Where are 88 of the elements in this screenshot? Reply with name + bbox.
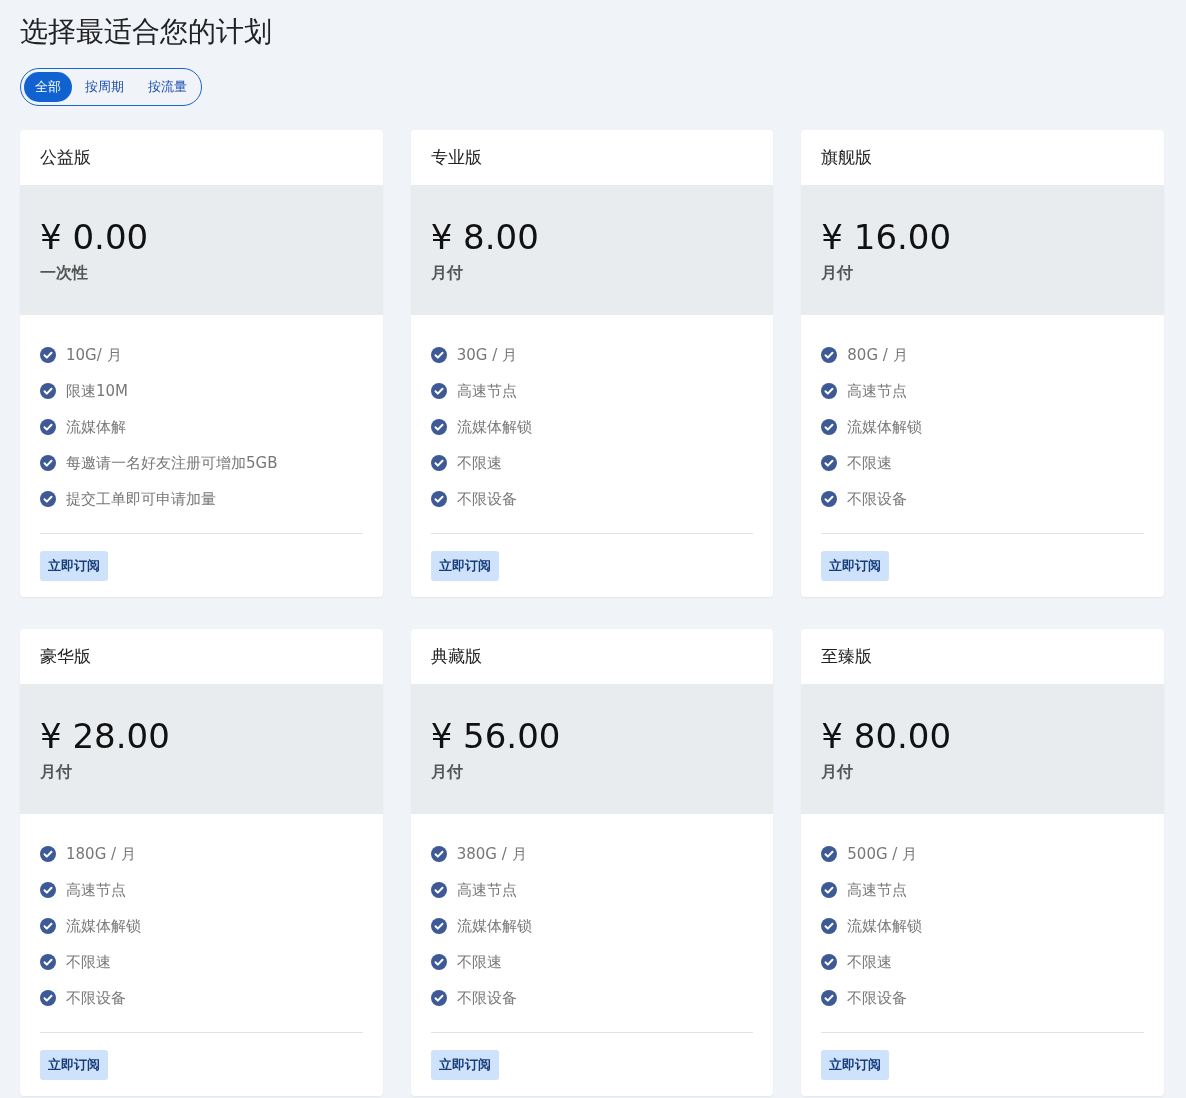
- check-circle-icon: [430, 419, 447, 435]
- filter-tab[interactable]: 全部: [24, 72, 72, 102]
- billing-period: 月付: [430, 761, 464, 783]
- check-circle-icon: [430, 347, 447, 363]
- check-circle-icon: [430, 491, 447, 507]
- feature-text: 80G / 月: [847, 345, 908, 365]
- feature-text: 不限速: [847, 952, 893, 972]
- feature-text: 不限设备: [66, 988, 126, 1008]
- feature-text: 10G/ 月: [66, 345, 122, 365]
- plan-name: 至臻版: [821, 645, 873, 668]
- check-circle-icon: [821, 954, 838, 970]
- subscribe-button[interactable]: 立即订阅: [430, 1050, 499, 1080]
- feature-text: 高速节点: [847, 880, 908, 900]
- check-circle-icon: [40, 990, 56, 1006]
- feature-text: 流媒体解锁: [456, 417, 532, 437]
- plan-price: ¥ 56.00: [430, 715, 562, 756]
- check-circle-icon: [821, 491, 838, 507]
- subscribe-button[interactable]: 立即订阅: [430, 551, 499, 581]
- feature-text: 180G / 月: [66, 844, 136, 864]
- check-circle-icon: [821, 347, 838, 363]
- feature-text: 不限速: [847, 453, 893, 473]
- check-circle-icon: [430, 882, 447, 898]
- check-circle-icon: [40, 954, 56, 970]
- feature-text: 流媒体解锁: [847, 916, 923, 936]
- check-circle-icon: [821, 882, 838, 898]
- feature-text: 流媒体解锁: [847, 417, 923, 437]
- feature-text: 30G / 月: [456, 345, 517, 365]
- filter-tab[interactable]: 按周期: [74, 72, 135, 102]
- subscribe-button[interactable]: 立即订阅: [821, 1050, 890, 1080]
- plan-name: 典藏版: [430, 645, 482, 668]
- feature-text: 高速节点: [456, 880, 517, 900]
- feature-text: 不限速: [456, 453, 502, 473]
- feature-text: 限速10M: [66, 381, 129, 401]
- feature-text: 不限速: [66, 952, 111, 972]
- billing-period: 月付: [821, 262, 855, 284]
- feature-text: 流媒体解锁: [456, 916, 532, 936]
- feature-text: 高速节点: [66, 880, 126, 900]
- check-circle-icon: [430, 918, 447, 934]
- feature-text: 流媒体解: [66, 417, 126, 437]
- plan-name: 公益版: [40, 146, 91, 169]
- plan-price: ¥ 16.00: [821, 216, 953, 257]
- billing-period: 一次性: [40, 262, 89, 284]
- check-circle-icon: [40, 491, 56, 507]
- feature-text: 不限设备: [456, 489, 517, 509]
- check-circle-icon: [430, 846, 447, 862]
- feature-text: 500G / 月: [847, 844, 918, 864]
- check-circle-icon: [40, 383, 56, 399]
- feature-text: 提交工单即可申请加量: [66, 489, 216, 509]
- page-title: 选择最适合您的计划: [20, 14, 273, 50]
- plan-price: ¥ 8.00: [430, 216, 540, 257]
- feature-text: 高速节点: [847, 381, 908, 401]
- check-circle-icon: [821, 419, 838, 435]
- check-circle-icon: [821, 383, 838, 399]
- feature-text: 每邀请一名好友注册可增加5GB: [66, 453, 278, 473]
- feature-text: 流媒体解锁: [66, 916, 141, 936]
- check-circle-icon: [821, 990, 838, 1006]
- subscribe-button[interactable]: 立即订阅: [40, 1050, 108, 1080]
- check-circle-icon: [40, 846, 56, 862]
- feature-text: 不限设备: [456, 988, 517, 1008]
- check-circle-icon: [430, 954, 447, 970]
- check-circle-icon: [821, 455, 838, 471]
- feature-text: 380G / 月: [456, 844, 527, 864]
- check-circle-icon: [40, 918, 56, 934]
- check-circle-icon: [821, 918, 838, 934]
- billing-period: 月付: [40, 761, 73, 783]
- plan-price: ¥ 28.00: [40, 715, 171, 756]
- plan-price: ¥ 0.00: [40, 216, 150, 257]
- check-circle-icon: [430, 455, 447, 471]
- check-circle-icon: [40, 419, 56, 435]
- check-circle-icon: [40, 347, 56, 363]
- subscribe-button[interactable]: 立即订阅: [40, 551, 108, 581]
- subscribe-button[interactable]: 立即订阅: [821, 551, 890, 581]
- check-circle-icon: [430, 383, 447, 399]
- check-circle-icon: [40, 455, 56, 471]
- filter-tab[interactable]: 按流量: [137, 72, 198, 102]
- plan-name: 旗舰版: [821, 146, 873, 169]
- check-circle-icon: [40, 882, 56, 898]
- check-circle-icon: [430, 990, 447, 1006]
- feature-text: 高速节点: [456, 381, 517, 401]
- plan-price: ¥ 80.00: [821, 715, 953, 756]
- billing-period: 月付: [821, 761, 855, 783]
- check-circle-icon: [821, 846, 838, 862]
- feature-text: 不限设备: [847, 988, 908, 1008]
- plan-name: 豪华版: [40, 645, 91, 668]
- feature-text: 不限速: [456, 952, 502, 972]
- feature-text: 不限设备: [847, 489, 908, 509]
- plan-name: 专业版: [430, 146, 482, 169]
- billing-period: 月付: [430, 262, 464, 284]
